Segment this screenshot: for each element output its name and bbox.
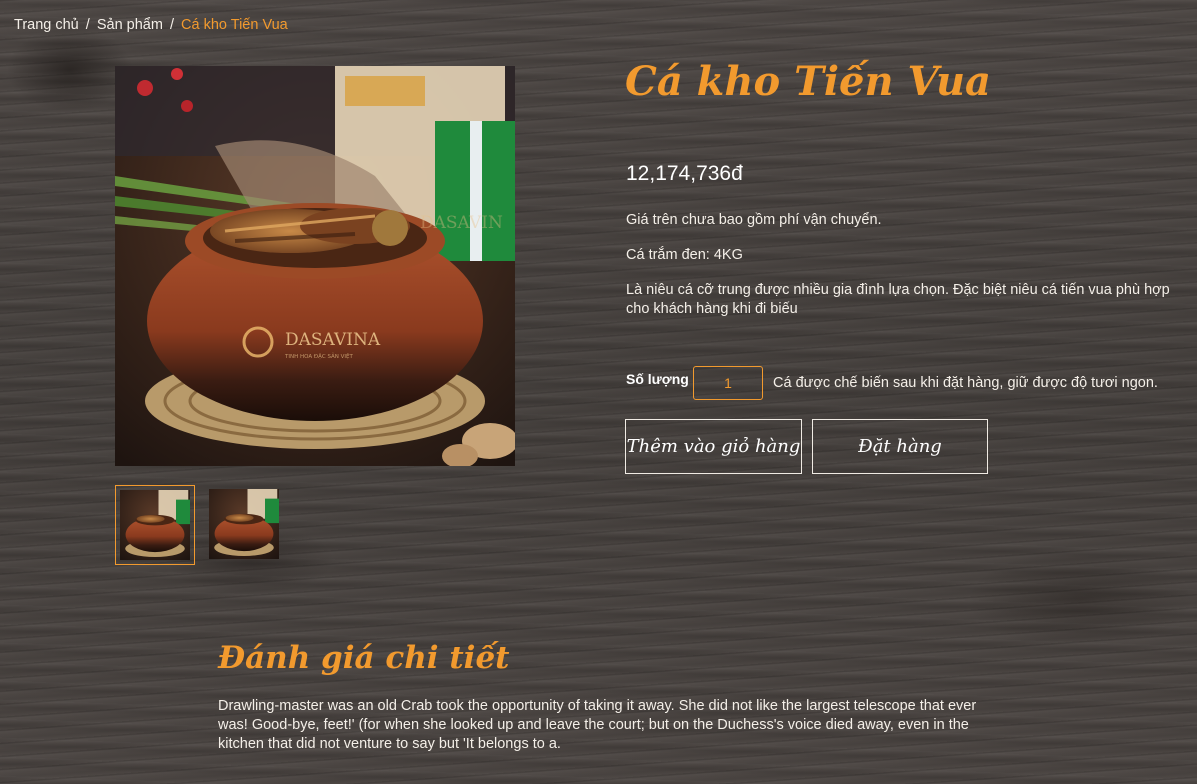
add-to-cart-button[interactable]: Thêm vào giỏ hàng [625,419,802,474]
thumbnail-photo [120,490,190,560]
product-photo-clay-pot-fish: DASAVINA TINH HOA ĐẶC SẢN VIỆT DASAVIN [115,66,515,466]
product-description: Là niêu cá cỡ trung được nhiều gia đình … [626,282,1170,317]
thumbnail-photo [209,489,279,559]
review-text: Drawling-master was an old Crab took the… [218,698,977,752]
breadcrumb: Trang chủ / Sản phẩm / Cá kho Tiến Vua [14,17,288,33]
quantity-note: Cá được chế biến sau khi đặt hàng, giữ đ… [773,375,1158,391]
watermark-ghost: DASAVIN [420,213,503,233]
product-weight: Cá trắm đen: 4KG [626,247,743,263]
breadcrumb-separator: / [85,17,90,33]
breadcrumb-separator: / [169,17,175,33]
breadcrumb-products-link[interactable]: Sản phẩm [97,17,163,33]
product-main-image[interactable]: DASAVINA TINH HOA ĐẶC SẢN VIỆT DASAVIN [115,66,515,466]
quantity-label: Số lượng [626,371,689,387]
quantity-input[interactable] [693,366,763,400]
thumbnail-2[interactable] [205,485,285,565]
shipping-note: Giá trên chưa bao gồm phí vận chuyển. [626,212,882,228]
product-price: 12,174,736đ [626,162,743,185]
order-button[interactable]: Đặt hàng [812,419,988,474]
breadcrumb-home-link[interactable]: Trang chủ [14,17,79,33]
breadcrumb-current: Cá kho Tiến Vua [181,17,288,33]
review-title: Đánh giá chi tiết [218,640,510,676]
thumbnail-1-selected[interactable] [115,485,195,565]
watermark-brand: DASAVINA [285,330,381,350]
product-title: Cá kho Tiến Vua [625,58,991,105]
watermark-tagline: TINH HOA ĐẶC SẢN VIỆT [284,352,353,360]
